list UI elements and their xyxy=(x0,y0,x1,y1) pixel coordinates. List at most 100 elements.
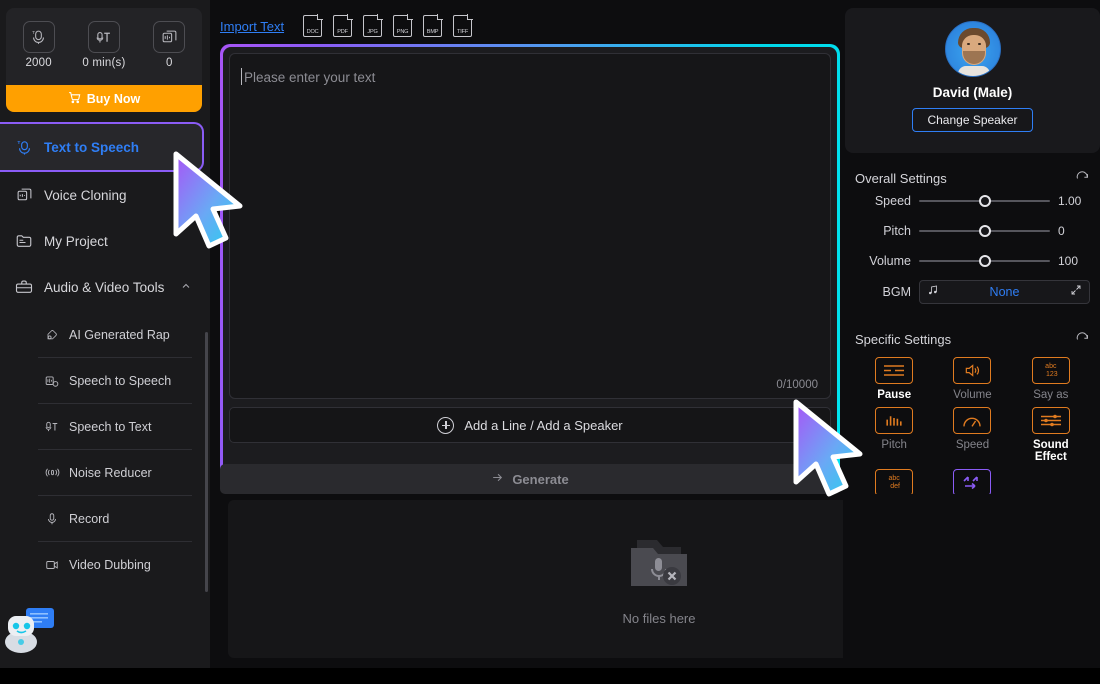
effect-speed[interactable]: Speed xyxy=(937,407,1007,463)
effect-sound-effect[interactable]: Sound Effect xyxy=(1016,407,1086,463)
cart-icon xyxy=(68,91,81,107)
credit-value: 0 min(s) xyxy=(82,57,126,69)
format-png-icon[interactable]: PNG xyxy=(393,14,414,37)
sidebar-item-record[interactable]: Record xyxy=(0,496,210,541)
format-jpg-icon[interactable]: JPG xyxy=(363,14,384,37)
buy-now-button[interactable]: Buy Now xyxy=(6,85,202,112)
sidebar-item-label: Voice Cloning xyxy=(44,187,127,203)
add-line-button[interactable]: Add a Line / Add a Speaker xyxy=(229,407,831,443)
effect-say-as[interactable]: abc 123 Say as xyxy=(1016,357,1086,401)
svg-text:T: T xyxy=(32,29,35,35)
sidebar-item-label: Audio & Video Tools xyxy=(44,279,165,295)
format-pdf-icon[interactable]: PDF xyxy=(333,14,354,37)
effect-pause[interactable]: Pause xyxy=(859,357,929,401)
effect-volume[interactable]: Volume xyxy=(937,357,1007,401)
change-speaker-button[interactable]: Change Speaker xyxy=(912,108,1033,132)
text-editor-panel: Please enter your text 0/10000 Add a Lin… xyxy=(220,44,840,492)
characters-icon: T xyxy=(22,21,55,53)
slider-track[interactable] xyxy=(919,225,1050,237)
bars-icon xyxy=(875,407,914,434)
character-counter: 0/10000 xyxy=(776,379,818,391)
slider-pitch[interactable]: Pitch 0 xyxy=(855,216,1090,246)
effect-label: Sound Effect xyxy=(1032,439,1069,463)
import-text-button[interactable]: Import Text xyxy=(220,19,284,34)
text-input-placeholder: Please enter your text xyxy=(244,70,376,85)
equalizer-icon xyxy=(1031,407,1070,434)
slider-speed[interactable]: Speed 1.00 xyxy=(855,186,1090,216)
slider-value: 0 xyxy=(1058,224,1065,238)
sidebar-scrollbar[interactable] xyxy=(205,332,208,592)
effect-label: Say as xyxy=(1033,389,1069,401)
sidebar-item-text-to-speech[interactable]: T Text to Speech xyxy=(0,122,204,172)
voice-cloning-icon xyxy=(14,187,34,204)
credits-card: T 2000 0 min(s) 0 Buy Now xyxy=(6,8,202,112)
speech-to-text-icon xyxy=(44,420,60,434)
sidebar-subnav: AI Generated Rap Speech to Speech Speech… xyxy=(0,312,210,587)
sidebar-item-label: AI Generated Rap xyxy=(69,327,170,342)
expand-icon[interactable] xyxy=(1070,283,1082,301)
specific-settings-title: Specific Settings xyxy=(855,332,952,347)
effect-label: Pitch xyxy=(881,439,907,451)
sidebar-item-speech-to-speech[interactable]: Speech to Speech xyxy=(0,358,210,403)
overall-settings-header: Overall Settings xyxy=(855,171,1090,186)
generate-button[interactable]: Generate xyxy=(220,464,840,494)
bgm-value: None xyxy=(989,285,1020,299)
folder-mic-empty-icon xyxy=(623,532,695,599)
sidebar-item-noise-reducer[interactable]: Noise Reducer xyxy=(0,450,210,495)
abcdef-icon: abc def xyxy=(875,469,914,494)
sidebar-item-label: Record xyxy=(69,511,110,526)
refresh-icon[interactable] xyxy=(1075,332,1090,347)
toolbox-icon xyxy=(14,278,34,296)
sidebar-item-voice-cloning[interactable]: Voice Cloning xyxy=(0,172,210,218)
text-caret xyxy=(241,68,242,85)
effect-transition[interactable] xyxy=(937,469,1007,494)
mic-note-icon xyxy=(44,328,60,342)
slider-label: Speed xyxy=(874,194,911,208)
slider-knob[interactable] xyxy=(978,255,991,267)
sidebar-item-audio-video-tools[interactable]: Audio & Video Tools xyxy=(0,264,210,310)
noise-reducer-icon xyxy=(44,465,60,480)
chevron-up-icon[interactable] xyxy=(180,280,192,295)
slider-label: Volume xyxy=(869,254,911,268)
app-window: T 2000 0 min(s) 0 Buy Now T Text to Spee… xyxy=(0,0,1100,684)
slider-value: 1.00 xyxy=(1058,194,1082,208)
buy-now-label: Buy Now xyxy=(86,91,141,106)
sidebar-item-label: Noise Reducer xyxy=(69,465,152,480)
plus-circle-icon xyxy=(437,416,455,434)
sidebar-item-video-dubbing[interactable]: Video Dubbing xyxy=(0,542,210,587)
format-tiff-icon[interactable]: TIFF xyxy=(453,14,474,37)
bottom-black-bar xyxy=(0,668,1100,684)
sidebar-nav: T Text to Speech Voice Cloning My Projec… xyxy=(0,122,210,587)
refresh-icon[interactable] xyxy=(1075,171,1090,186)
effect-pitch[interactable]: Pitch xyxy=(859,407,929,463)
slider-knob[interactable] xyxy=(978,195,991,207)
sidebar-item-my-project[interactable]: My Project xyxy=(0,218,210,264)
bgm-row: BGM None xyxy=(855,276,1090,308)
slider-track[interactable] xyxy=(919,195,1050,207)
sidebar-item-label: Text to Speech xyxy=(44,139,140,155)
speaker-icon xyxy=(953,357,992,384)
format-bmp-icon[interactable]: BMP xyxy=(423,14,444,37)
editor-toolbar: Import Text DOC PDF JPG PNG BMP TIFF xyxy=(220,12,840,40)
slider-volume[interactable]: Volume 100 xyxy=(855,246,1090,276)
add-line-label: Add a Line / Add a Speaker xyxy=(464,417,623,433)
music-note-icon xyxy=(927,283,939,301)
abc123-icon: abc 123 xyxy=(1031,357,1070,384)
sidebar-item-ai-generated-rap[interactable]: AI Generated Rap xyxy=(0,312,210,357)
overall-settings-section: Overall Settings Speed 1.00 Pitch 0 Volu… xyxy=(845,162,1100,320)
effect-pronunciation[interactable]: abc def xyxy=(859,469,929,494)
assistant-bot-icon[interactable] xyxy=(4,606,60,654)
bgm-selector[interactable]: None xyxy=(919,280,1090,304)
gauge-icon xyxy=(953,407,992,434)
speech-to-speech-icon xyxy=(44,374,60,388)
effect-label: Pause xyxy=(877,389,912,401)
effect-label: Volume xyxy=(953,389,992,401)
duration-icon xyxy=(87,21,120,53)
sidebar-item-speech-to-text[interactable]: Speech to Text xyxy=(0,404,210,449)
text-input-area[interactable]: Please enter your text 0/10000 xyxy=(229,53,831,399)
sidebar-item-label: My Project xyxy=(44,233,108,249)
slider-track[interactable] xyxy=(919,255,1050,267)
format-doc-icon[interactable]: DOC xyxy=(303,14,324,37)
generate-label: Generate xyxy=(512,471,569,487)
slider-knob[interactable] xyxy=(978,225,991,237)
